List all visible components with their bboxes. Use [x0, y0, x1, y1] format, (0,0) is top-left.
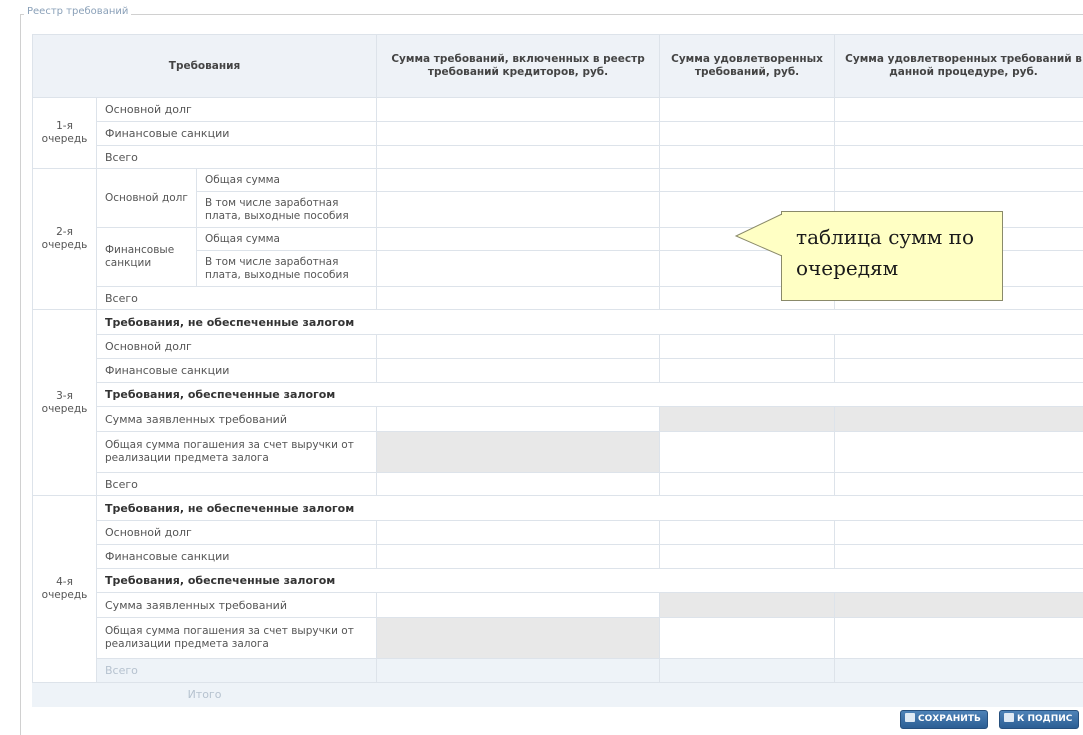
callout-pointer-joint	[0, 0, 1083, 724]
